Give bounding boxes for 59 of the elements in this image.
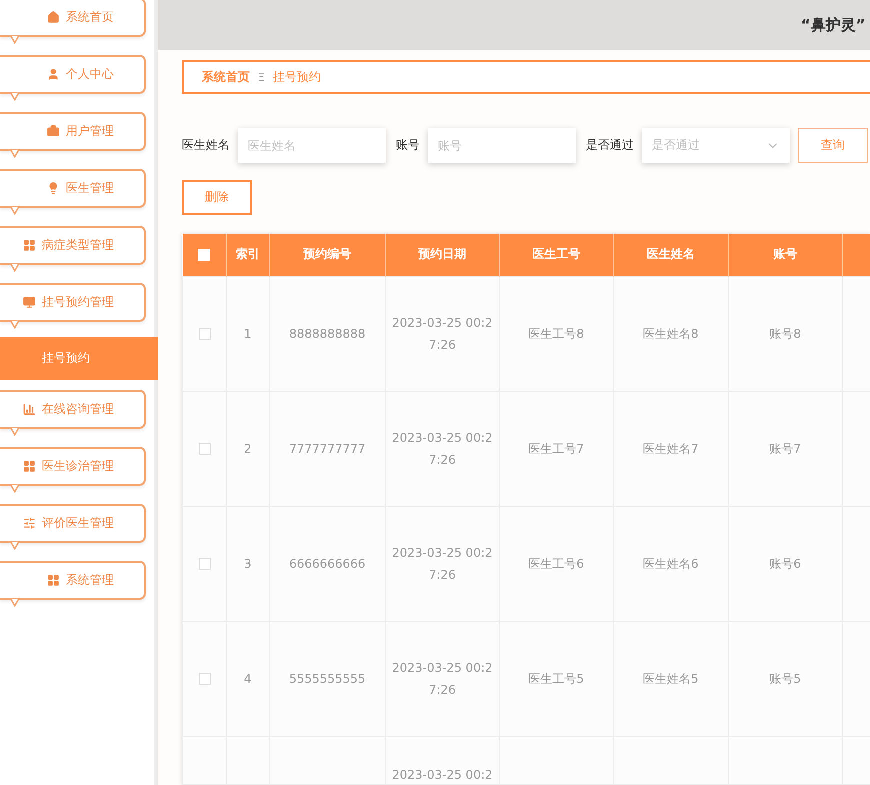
table-cell: 2023-03-25 00:27:26 xyxy=(386,506,500,621)
table-cell: 8888888888 xyxy=(270,276,386,391)
table-cell: 医生姓名8 xyxy=(614,276,728,391)
select-all-checkbox[interactable] xyxy=(198,249,210,262)
delete-button[interactable]: 删除 xyxy=(182,180,252,215)
column-header: 账号 xyxy=(728,234,842,276)
table-cell: 2023-03-25 00:27:26 xyxy=(386,276,500,391)
table-cell: 医生工号5 xyxy=(500,621,614,736)
table-cell: 4 xyxy=(226,621,270,736)
table-cell: 医生工号6 xyxy=(500,506,614,621)
breadcrumb-link[interactable]: 挂号预约 xyxy=(272,68,321,86)
table-cell: 2 xyxy=(226,391,270,506)
column-header: 预约编号 xyxy=(270,234,386,276)
table-cell: 医生姓名7 xyxy=(614,391,728,506)
table-cell: 2023-03-25 00:27:26 xyxy=(386,621,500,736)
table-cell: 医生工号8 xyxy=(500,276,614,391)
row-checkbox[interactable] xyxy=(198,673,210,686)
column-header: 预约日期 xyxy=(386,234,500,276)
table-cell: 7777777777 xyxy=(270,391,386,506)
column-header: 医生姓名 xyxy=(614,234,728,276)
search-field[interactable]: 医生姓名 xyxy=(238,128,386,163)
search-field[interactable]: 账号 xyxy=(428,128,576,163)
user-icon xyxy=(47,68,60,81)
table-cell: 账号8 xyxy=(728,276,842,391)
grid-icon xyxy=(23,239,36,252)
table-cell: 2023-03-25 00:2 xyxy=(386,736,500,784)
table-cell: 账号6 xyxy=(728,506,842,621)
grid-icon xyxy=(47,574,60,587)
column-header: 医生工号 xyxy=(500,234,614,276)
lightbulb-icon xyxy=(47,182,60,195)
row-checkbox[interactable] xyxy=(198,443,210,456)
briefcase-icon xyxy=(47,125,60,138)
breadcrumb-separator: Ξ xyxy=(258,70,265,84)
row-checkbox[interactable] xyxy=(198,558,210,570)
select-field[interactable]: 是否通过 xyxy=(642,128,790,163)
app-title: “鼻护灵” xyxy=(801,16,866,34)
table-cell: 医生工号7 xyxy=(500,391,614,506)
bar-chart-icon xyxy=(23,403,36,416)
house-icon xyxy=(47,11,60,24)
table-cell: 账号5 xyxy=(728,621,842,736)
table-cell: 账号7 xyxy=(728,391,842,506)
table-cell: 1 xyxy=(226,276,270,391)
table-cell: 5555555555 xyxy=(270,621,386,736)
table-cell: 3 xyxy=(226,506,270,621)
table-cell: 2023-03-25 00:27:26 xyxy=(386,391,500,506)
field-label: 医生姓名 xyxy=(182,137,230,154)
field-label: 账号 xyxy=(396,137,420,154)
monitor-icon xyxy=(23,296,36,309)
table-cell: 医生姓名6 xyxy=(614,506,728,621)
search-button[interactable]: 查询 xyxy=(798,128,868,163)
submenu-item[interactable]: 挂号预约 xyxy=(0,337,158,380)
grid-icon xyxy=(23,460,36,473)
table-cell: 6666666666 xyxy=(270,506,386,621)
column-header: 索引 xyxy=(226,234,270,276)
field-label: 是否通过 xyxy=(586,137,634,154)
breadcrumb-link[interactable]: 系统首页 xyxy=(202,68,250,86)
sliders-icon xyxy=(23,517,36,530)
table-cell: 医生姓名5 xyxy=(614,621,728,736)
row-checkbox[interactable] xyxy=(198,328,210,340)
